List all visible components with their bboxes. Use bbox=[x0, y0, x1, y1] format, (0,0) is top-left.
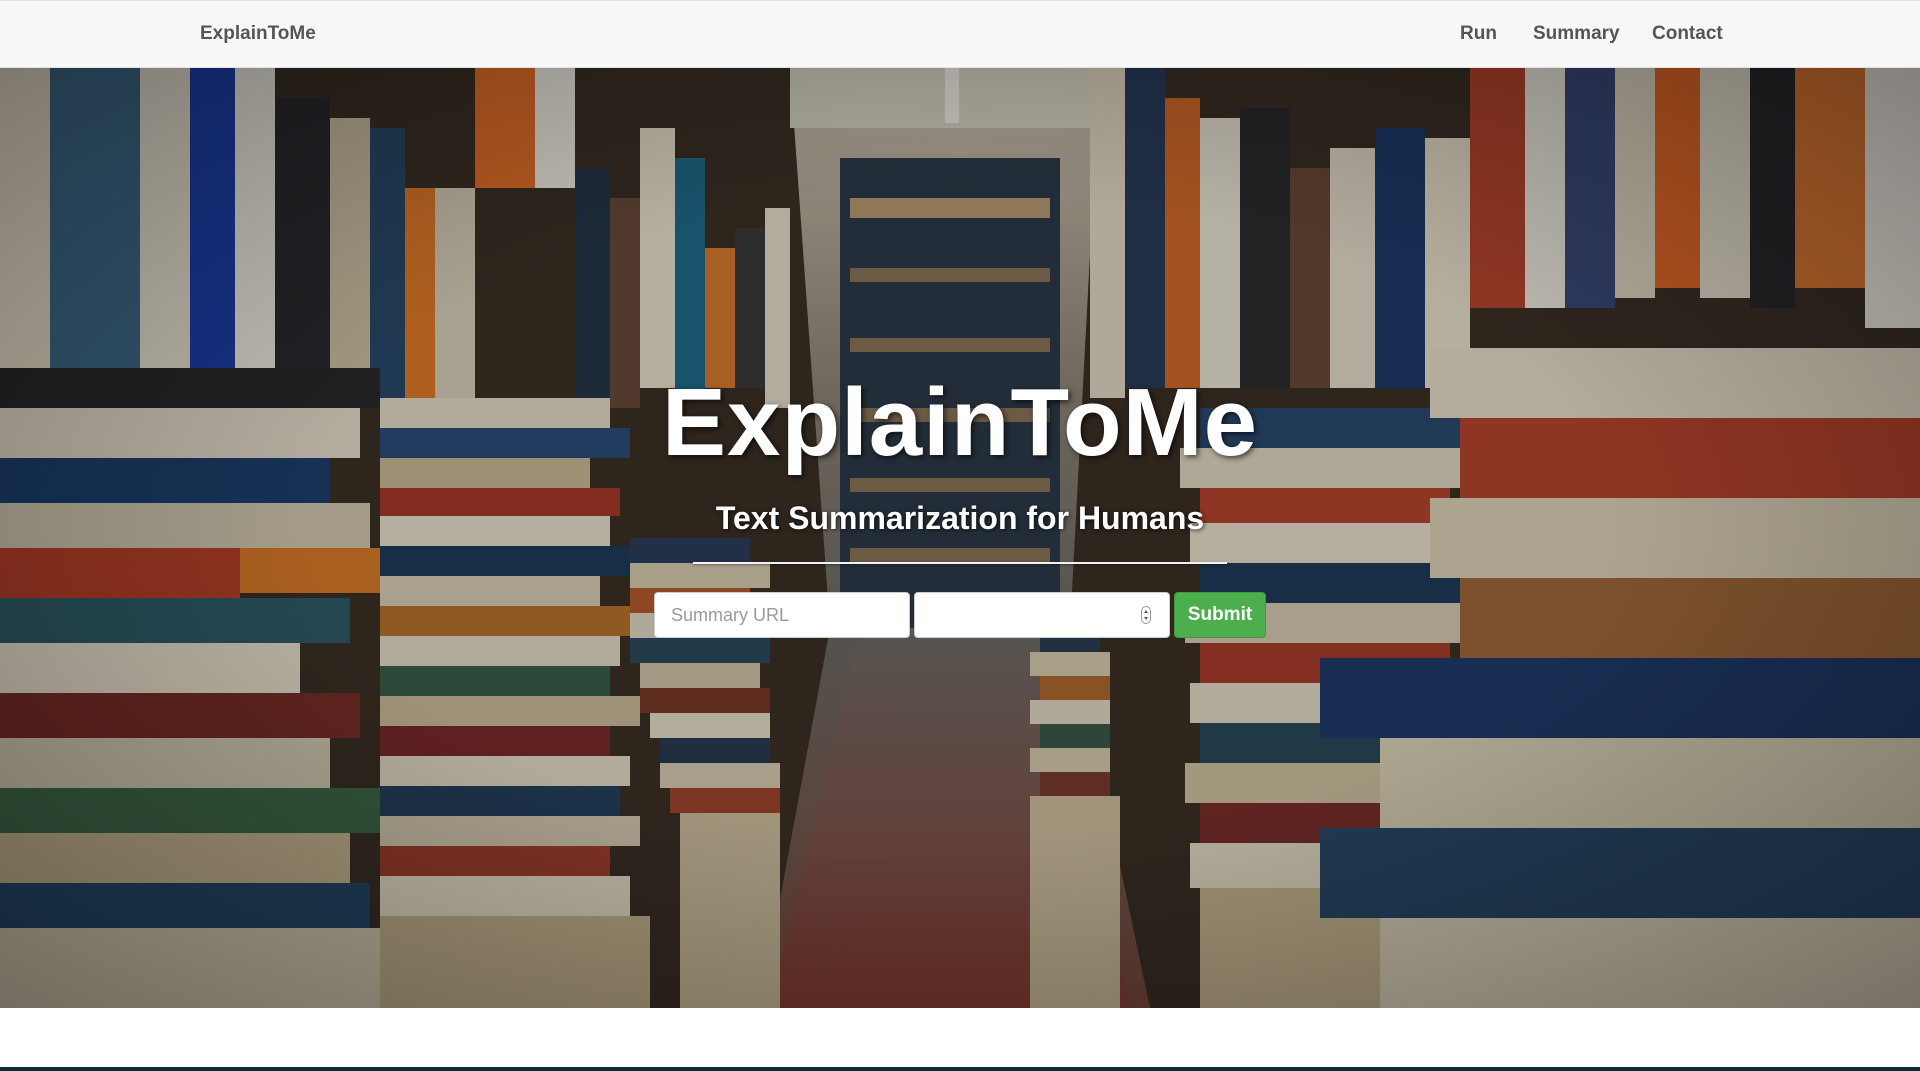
hero-title: ExplainToMe bbox=[662, 369, 1258, 476]
summary-url-input[interactable] bbox=[654, 592, 910, 638]
hero-content: ExplainToMe Text Summarization for Human… bbox=[0, 68, 1920, 1008]
hero-section: ExplainToMe Text Summarization for Human… bbox=[0, 68, 1920, 1008]
sentence-count-input[interactable] bbox=[915, 593, 1135, 637]
submit-button[interactable]: Submit bbox=[1174, 592, 1266, 638]
sentence-count-field[interactable] bbox=[914, 592, 1170, 638]
top-navbar: ExplainToMe Run Summary Contact bbox=[0, 0, 1920, 68]
nav-link-contact[interactable]: Contact bbox=[1652, 23, 1723, 45]
nav-link-summary[interactable]: Summary bbox=[1533, 23, 1620, 45]
page-footer-area bbox=[0, 1008, 1920, 1067]
bottom-bar bbox=[0, 1067, 1920, 1071]
brand-link[interactable]: ExplainToMe bbox=[200, 23, 316, 45]
hero-divider bbox=[693, 562, 1227, 564]
page: ExplainToMe Run Summary Contact ExplainT… bbox=[0, 0, 1920, 1071]
spinner-down-arrow-icon[interactable] bbox=[1144, 617, 1148, 620]
hero-subtitle: Text Summarization for Humans bbox=[715, 500, 1205, 536]
nav-link-run[interactable]: Run bbox=[1460, 23, 1497, 45]
spinner-up-arrow-icon[interactable] bbox=[1144, 610, 1148, 613]
spinner-arrows-icon[interactable] bbox=[1141, 606, 1151, 624]
